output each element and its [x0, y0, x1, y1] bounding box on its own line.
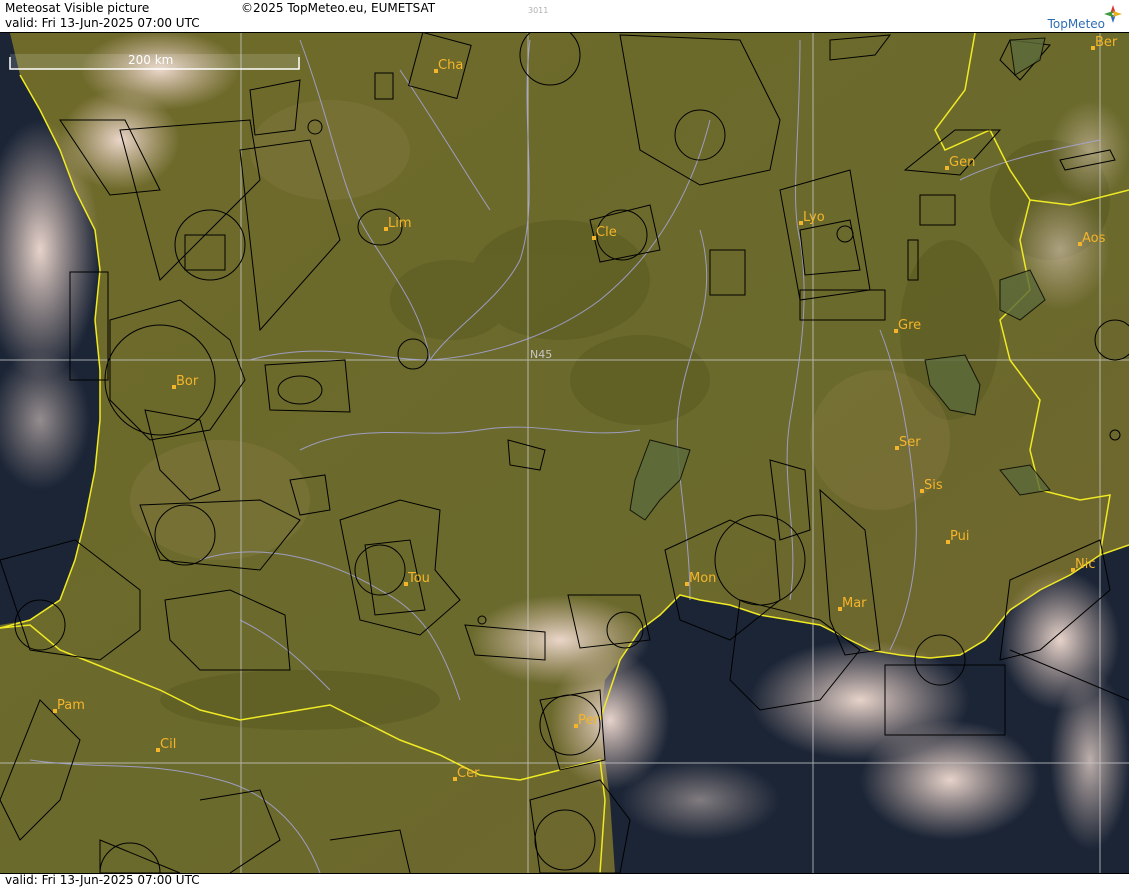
- header-bar: Meteosat Visible picture valid: Fri 13-J…: [0, 0, 1129, 33]
- image-code: 3011: [528, 6, 549, 15]
- city-label-lim[interactable]: Lim: [388, 216, 412, 231]
- city-label-pam[interactable]: Pam: [57, 698, 85, 713]
- city-label-cle[interactable]: Cle: [596, 225, 617, 240]
- city-label-pui[interactable]: Pui: [950, 529, 969, 544]
- city-label-lyo[interactable]: Lyo: [803, 210, 825, 225]
- city-label-gre[interactable]: Gre: [898, 318, 921, 333]
- city-label-gen[interactable]: Gen: [949, 155, 975, 170]
- city-label-sis[interactable]: Sis: [924, 478, 943, 493]
- footer-bar: valid: Fri 13-Jun-2025 07:00 UTC: [0, 873, 1129, 887]
- city-label-cer[interactable]: Cer: [457, 766, 480, 781]
- city-label-aos[interactable]: Aos: [1082, 231, 1106, 246]
- satellite-viewer: Meteosat Visible picture valid: Fri 13-J…: [0, 0, 1129, 887]
- city-label-bor[interactable]: Bor: [176, 374, 199, 389]
- city-label-cil[interactable]: Cil: [160, 737, 176, 752]
- scale-bar: 200 km: [9, 53, 300, 70]
- latitude-label: N45: [530, 348, 552, 361]
- city-label-mon[interactable]: Mon: [689, 571, 716, 586]
- topmeteo-logo[interactable]: TopMeteo: [1033, 3, 1123, 31]
- scale-bar-label: 200 km: [128, 53, 173, 67]
- city-label-nic[interactable]: Nic: [1075, 557, 1095, 572]
- city-label-mar[interactable]: Mar: [842, 596, 867, 611]
- copyright-text: ©2025 TopMeteo.eu, EUMETSAT: [241, 1, 436, 15]
- satellite-map[interactable]: N45 200 km ChaBerGenLimCleLyoAosGreBorSe…: [0, 33, 1129, 873]
- brand-name: TopMeteo: [1047, 17, 1105, 31]
- map-title: Meteosat Visible picture: [5, 1, 150, 15]
- footer-valid-time: valid: Fri 13-Jun-2025 07:00 UTC: [5, 873, 200, 887]
- city-label-ber[interactable]: Ber: [1095, 35, 1118, 50]
- valid-time: valid: Fri 13-Jun-2025 07:00 UTC: [5, 16, 200, 30]
- city-label-tou[interactable]: Tou: [407, 571, 430, 586]
- city-label-cha[interactable]: Cha: [438, 58, 463, 73]
- city-label-per[interactable]: Per: [578, 713, 599, 728]
- city-label-ser[interactable]: Ser: [899, 435, 921, 450]
